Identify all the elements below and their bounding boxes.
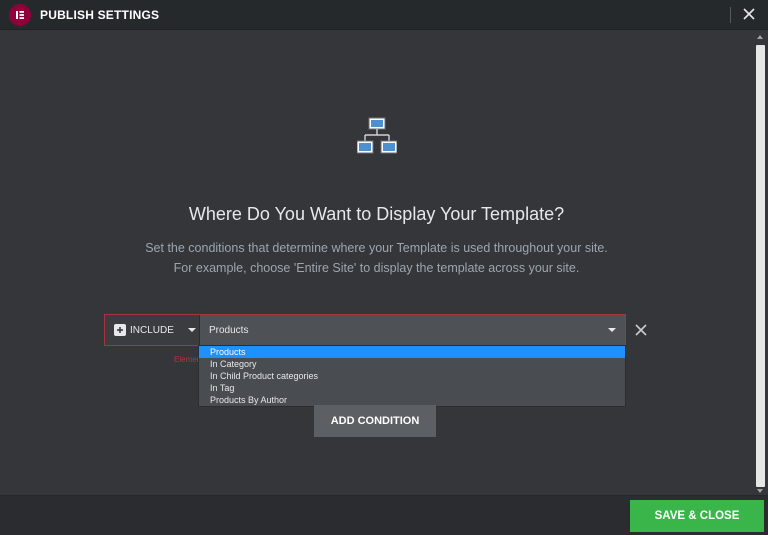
close-icon <box>635 324 647 336</box>
sitemap-icon <box>357 117 397 154</box>
condition-dropdown-list: Products In Category In Child Product ca… <box>198 345 626 407</box>
header-divider <box>730 7 731 23</box>
subtitle-line-1: Set the conditions that determine where … <box>145 241 608 255</box>
dropdown-option-in-child-product-categories[interactable]: In Child Product categories <box>199 370 625 382</box>
save-close-button[interactable]: SAVE & CLOSE <box>630 500 764 532</box>
publish-settings-dialog: PUBLISH SETTINGS Where Do You Want to Di… <box>0 0 768 535</box>
condition-type-select[interactable]: Products <box>200 315 625 345</box>
elementor-logo-icon <box>9 3 31 26</box>
add-condition-button[interactable]: ADD CONDITION <box>314 405 436 437</box>
close-icon <box>743 8 755 20</box>
plus-icon <box>114 324 126 336</box>
condition-row: INCLUDE Products <box>104 314 626 346</box>
vertical-scrollbar[interactable] <box>753 35 768 495</box>
page-title: Where Do You Want to Display Your Templa… <box>188 204 565 224</box>
scroll-up-arrow-icon[interactable] <box>757 35 763 39</box>
caret-down-icon <box>187 328 196 332</box>
include-label: INCLUDE <box>130 324 174 336</box>
dialog-header: PUBLISH SETTINGS <box>0 0 768 30</box>
dialog-content: Where Do You Want to Display Your Templa… <box>0 35 753 495</box>
dialog-title: PUBLISH SETTINGS <box>40 7 160 22</box>
dropdown-option-products[interactable]: Products <box>199 346 625 358</box>
page-subtitle: Set the conditions that determine where … <box>0 238 753 278</box>
caret-down-icon <box>608 328 616 332</box>
subtitle-line-2: For example, choose 'Entire Site' to dis… <box>173 261 580 275</box>
dropdown-option-in-tag[interactable]: In Tag <box>199 382 625 394</box>
scrollbar-thumb[interactable] <box>756 45 765 487</box>
dropdown-option-in-category[interactable]: In Category <box>199 358 625 370</box>
condition-select-value: Products <box>209 324 249 336</box>
close-button[interactable] <box>740 5 758 23</box>
remove-condition-button[interactable] <box>633 322 649 338</box>
scroll-down-arrow-icon[interactable] <box>757 489 763 493</box>
include-select[interactable]: INCLUDE <box>105 315 200 345</box>
dialog-footer: SAVE & CLOSE <box>0 495 768 535</box>
